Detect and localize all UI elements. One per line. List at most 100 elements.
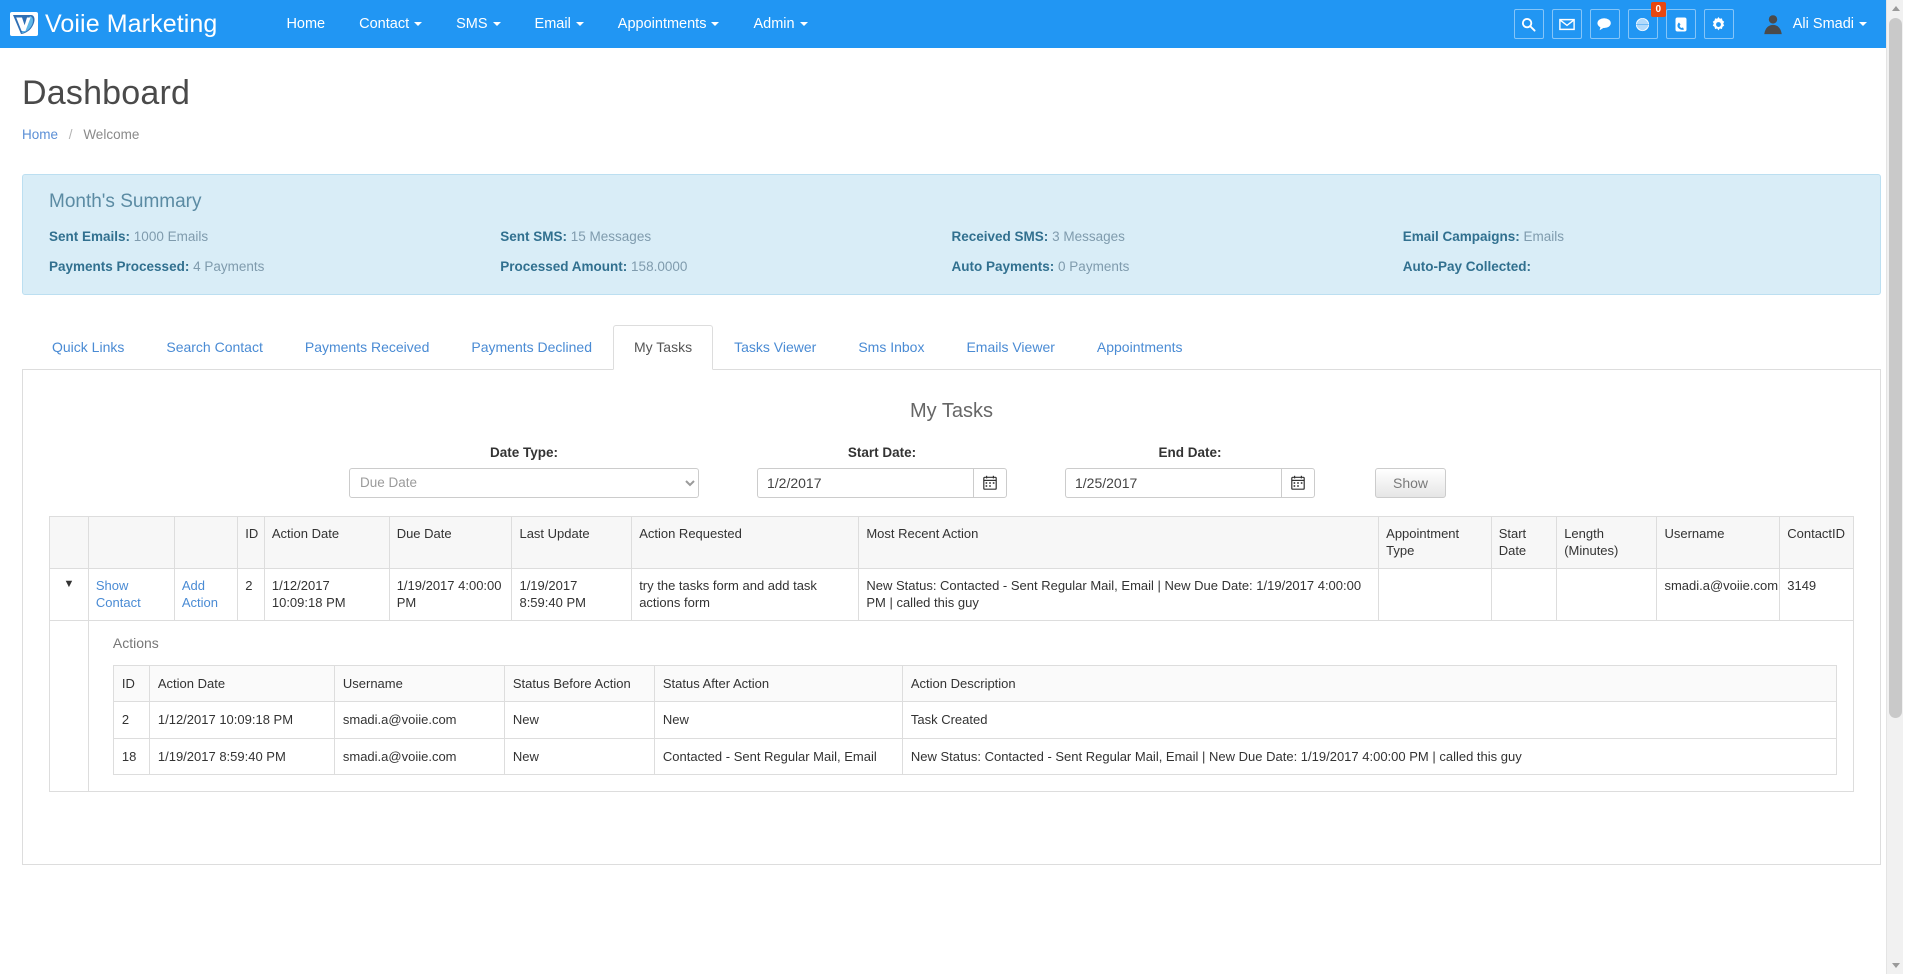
show-contact-cell: Show Contact	[87, 567, 175, 621]
sub-cell-action-date: 1/19/2017 8:59:40 PM	[148, 737, 335, 776]
content-wrapper: Month's Summary Sent Emails: 1000 Emails…	[0, 174, 1903, 866]
cell-id: 2	[237, 567, 265, 621]
chevron-down-icon	[1859, 22, 1867, 26]
th-appointment-type: Appointment Type	[1378, 515, 1492, 569]
tab-my-tasks[interactable]: My Tasks	[613, 325, 714, 370]
summary-grid: Sent Emails: 1000 Emails Sent SMS: 15 Me…	[49, 229, 1854, 274]
actions-table-head: ID Action Date Username Status Before Ac…	[112, 664, 1838, 703]
breadcrumb-separator: /	[68, 127, 73, 142]
brand-logo-link[interactable]: Voiie Marketing	[0, 0, 231, 48]
add-action-cell: Add Action	[173, 567, 239, 621]
table-header-row: ID Action Date Due Date Last Update Acti…	[49, 515, 1854, 569]
sub-cell-status-before: New	[503, 737, 655, 776]
nav-link-label: Admin	[753, 16, 795, 32]
voiie-v-logo-icon	[10, 12, 38, 36]
gear-icon[interactable]	[1703, 9, 1734, 39]
summary-label: Payments Processed:	[49, 259, 190, 274]
calendar-icon[interactable]	[1281, 467, 1315, 498]
page-body: Dashboard Home / Welcome Month's Summary…	[0, 48, 1903, 866]
summary-value: 1000 Emails	[133, 229, 209, 244]
app-body: Voiie Marketing Home Contact SMS Email A…	[0, 0, 1903, 974]
tab-payments-declined[interactable]: Payments Declined	[450, 325, 613, 370]
tab-tasks-viewer[interactable]: Tasks Viewer	[713, 325, 837, 370]
globe-icon[interactable]: 0	[1627, 2, 1666, 39]
tab-emails-viewer[interactable]: Emails Viewer	[945, 325, 1075, 370]
nav-link-email[interactable]: Email	[518, 0, 601, 48]
breadcrumb: Home / Welcome	[22, 127, 1903, 152]
th-action-requested: Action Requested	[631, 515, 860, 569]
start-date-input[interactable]	[757, 467, 973, 498]
chevron-down-icon	[799, 22, 808, 27]
show-contact-link[interactable]: Show Contact	[96, 578, 141, 611]
scroll-up-arrow-icon[interactable]	[1887, 0, 1904, 17]
cell-appointment-type	[1378, 567, 1492, 621]
summary-value: 4 Payments	[193, 259, 265, 274]
th-action-date: Action Date	[263, 515, 390, 569]
summary-label: Email Campaigns:	[1402, 229, 1520, 244]
calendar-icon[interactable]	[973, 467, 1007, 498]
th-last-update: Last Update	[511, 515, 633, 569]
main-nav-links: Home Contact SMS Email Appointments Admi…	[269, 0, 824, 48]
page-title: Dashboard	[22, 74, 191, 112]
table-row: 18 1/19/2017 8:59:40 PM smadi.a@voiie.co…	[112, 737, 1838, 776]
summary-label: Sent Emails:	[49, 229, 131, 244]
tab-sms-inbox[interactable]: Sms Inbox	[837, 325, 945, 370]
summary-item-processed-amount: Processed Amount: 158.0000	[500, 259, 951, 274]
summary-item-received-sms: Received SMS: 3 Messages	[952, 229, 1403, 244]
summary-item-email-campaigns: Email Campaigns: Emails	[1403, 229, 1854, 244]
tab-quick-links[interactable]: Quick Links	[31, 325, 145, 370]
user-menu[interactable]: Ali Smadi	[1758, 0, 1871, 48]
sub-cell-status-after: Contacted - Sent Regular Mail, Email	[653, 737, 903, 776]
sub-th-status-after: Status After Action	[653, 664, 903, 703]
cell-due-date: 1/19/2017 4:00:00 PM	[388, 567, 513, 621]
nav-link-admin[interactable]: Admin	[736, 0, 824, 48]
dashboard-tabs: Quick Links Search Contact Payments Rece…	[22, 325, 1881, 370]
table-row: ▼ Show Contact Add Action 2 1/12/2017 10…	[49, 567, 1854, 621]
sub-cell-username: smadi.a@voiie.com	[333, 701, 505, 739]
end-date-input[interactable]	[1065, 467, 1281, 498]
sub-cell-action-date: 1/12/2017 10:09:18 PM	[148, 701, 335, 739]
actions-header-row: ID Action Date Username Status Before Ac…	[112, 664, 1838, 703]
summary-value: 0 Payments	[1058, 259, 1130, 274]
my-tasks-filter-row: Date Type: Due Date Start Date: 1/2/2017…	[49, 445, 1854, 516]
th-length-minutes: Length (Minutes)	[1556, 515, 1658, 569]
breadcrumb-home-link[interactable]: Home	[22, 127, 58, 142]
summary-label: Received SMS:	[951, 229, 1049, 244]
th-due-date: Due Date	[388, 515, 513, 569]
nav-link-sms[interactable]: SMS	[439, 0, 517, 48]
envelope-icon[interactable]	[1551, 9, 1582, 39]
summary-label: Auto Payments:	[951, 259, 1055, 274]
sub-cell-description: New Status: Contacted - Sent Regular Mai…	[901, 737, 1838, 776]
row-expander-toggle[interactable]: ▼	[49, 567, 89, 621]
sub-th-id: ID	[112, 664, 150, 703]
add-action-link[interactable]: Add Action	[182, 578, 218, 611]
page-scrollbar[interactable]	[1886, 0, 1903, 974]
summary-item-auto-pay-collected: Auto-Pay Collected:	[1403, 259, 1854, 274]
summary-item-sent-sms: Sent SMS: 15 Messages	[500, 229, 951, 244]
chat-bubble-icon[interactable]	[1589, 9, 1620, 39]
chevron-down-icon	[492, 22, 501, 27]
scroll-down-arrow-icon[interactable]	[1887, 957, 1904, 974]
summary-item-auto-payments: Auto Payments: 0 Payments	[952, 259, 1403, 274]
end-date-label: End Date:	[1158, 444, 1222, 460]
show-button[interactable]: Show	[1375, 467, 1447, 498]
search-icon[interactable]	[1513, 9, 1544, 39]
nav-link-label: Email	[534, 16, 571, 32]
my-tasks-table: ID Action Date Due Date Last Update Acti…	[49, 515, 1855, 793]
notification-badge: 0	[1650, 2, 1666, 17]
tab-payments-received[interactable]: Payments Received	[284, 325, 451, 370]
expanded-detail-row: Actions ID Action Date Username Status B…	[49, 619, 1855, 793]
cell-action-requested: try the tasks form and add task actions …	[631, 567, 860, 621]
nav-link-appointments[interactable]: Appointments	[601, 0, 737, 48]
actions-detail-cell: Actions ID Action Date Username Status B…	[87, 619, 1855, 793]
date-type-field: Date Type: Due Date	[349, 445, 699, 498]
top-navbar: Voiie Marketing Home Contact SMS Email A…	[0, 0, 1903, 48]
tab-appointments[interactable]: Appointments	[1076, 325, 1204, 370]
nav-link-contact[interactable]: Contact	[342, 0, 439, 48]
scrollbar-thumb[interactable]	[1889, 18, 1902, 718]
phone-icon[interactable]	[1665, 9, 1696, 39]
tab-search-contact[interactable]: Search Contact	[145, 325, 284, 370]
date-type-select[interactable]: Due Date	[349, 467, 699, 498]
nav-link-home[interactable]: Home	[269, 0, 342, 48]
start-date-field: Start Date:	[757, 445, 1007, 498]
